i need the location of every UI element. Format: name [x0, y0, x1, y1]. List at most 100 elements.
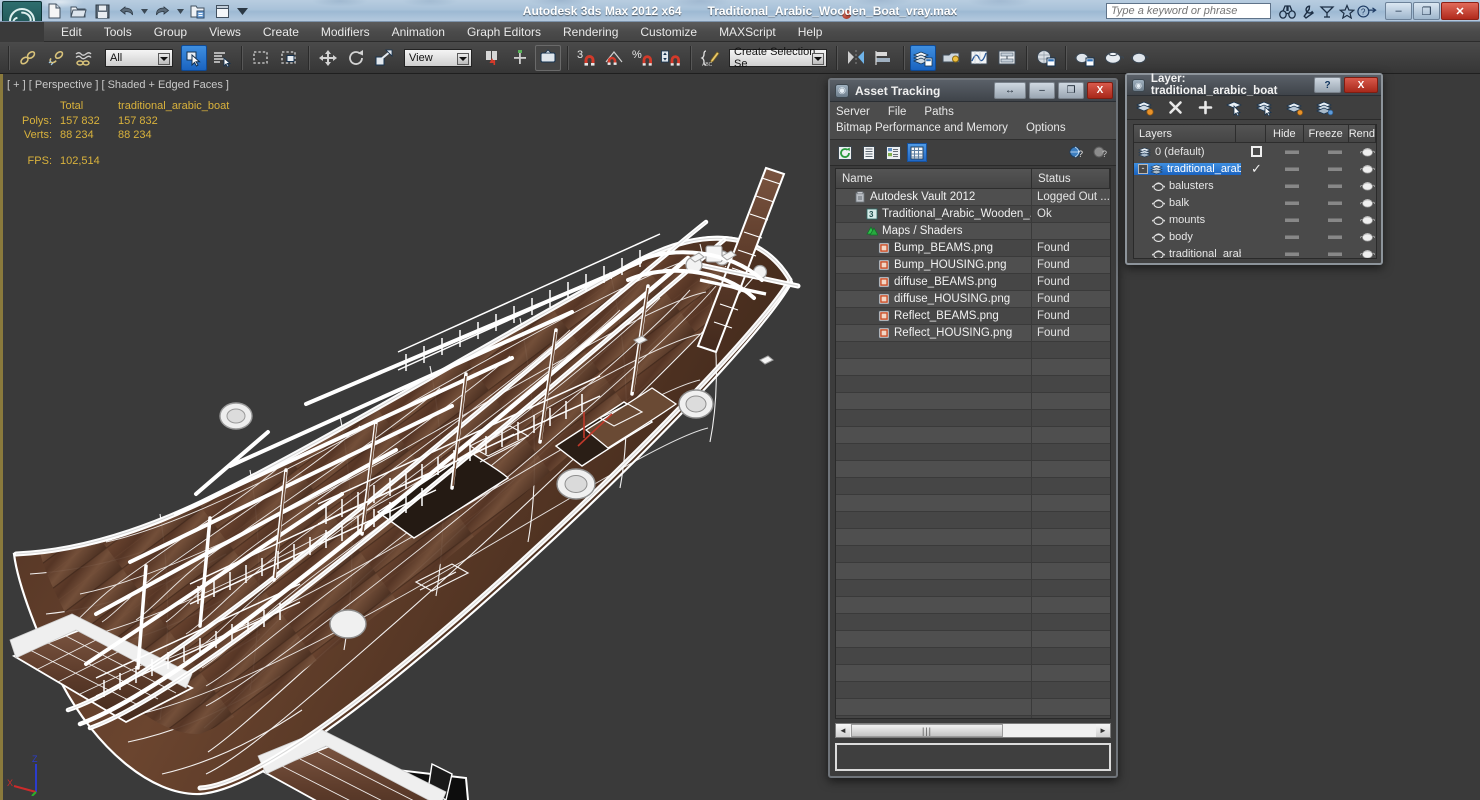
asset-resize-button[interactable]: ↔: [994, 82, 1026, 99]
layer-row[interactable]: - traditional_arabic_b ✓: [1134, 160, 1376, 177]
reference-coordinate-system-combo[interactable]: View: [404, 48, 472, 67]
asset-row-empty[interactable]: [836, 546, 1110, 563]
chevron-down-icon[interactable]: [812, 52, 824, 65]
layer-freeze-cell[interactable]: [1312, 183, 1359, 188]
undo-button[interactable]: [116, 2, 137, 21]
bind-to-space-warp-button[interactable]: [71, 45, 97, 71]
named-selection-sets-combo[interactable]: Create Selection Se: [729, 46, 827, 70]
unlink-selection-button[interactable]: [43, 45, 69, 71]
asset-row-name-cell[interactable]: 3 Traditional_Arabic_Wooden_...: [836, 206, 1032, 222]
qat-more-button[interactable]: [236, 2, 249, 21]
layer-render-cell[interactable]: [1359, 248, 1376, 258]
new-file-button[interactable]: [44, 2, 65, 21]
asset-row-empty[interactable]: [836, 342, 1110, 359]
render-setup-button[interactable]: [1072, 45, 1098, 71]
close-button[interactable]: ✕: [1441, 2, 1479, 20]
layer-render-cell[interactable]: [1359, 197, 1376, 208]
create-new-layer-button[interactable]: [1135, 98, 1155, 118]
layer-manager-button[interactable]: [910, 44, 936, 71]
material-editor-button[interactable]: [1033, 45, 1059, 71]
checkmark-icon[interactable]: ✓: [1251, 162, 1262, 175]
asset-menu-options[interactable]: Options: [1026, 122, 1066, 134]
layer-freeze-cell[interactable]: [1312, 149, 1359, 154]
search-input[interactable]: [1106, 3, 1271, 19]
asset-row-empty[interactable]: [836, 427, 1110, 444]
asset-row-empty[interactable]: [836, 529, 1110, 546]
asset-row[interactable]: Reflect_HOUSING.png Found: [836, 325, 1110, 342]
layer-row-name-cell[interactable]: mounts: [1134, 214, 1241, 226]
asset-row-name-cell[interactable]: Reflect_BEAMS.png: [836, 308, 1032, 324]
layer-column-hide[interactable]: Hide: [1266, 125, 1304, 142]
asset-row-name-cell[interactable]: Reflect_HOUSING.png: [836, 325, 1032, 341]
scroll-left-arrow-icon[interactable]: ◄: [836, 724, 850, 737]
viewport-label[interactable]: [ + ] [ Perspective ] [ Shaded + Edged F…: [7, 79, 229, 91]
menu-item-modifiers[interactable]: Modifiers: [310, 22, 381, 42]
select-and-link-button[interactable]: [15, 45, 41, 71]
workspace-button[interactable]: [212, 2, 233, 21]
layer-row-name-cell[interactable]: body: [1134, 231, 1241, 243]
layer-window-title-bar[interactable]: ◉ Layer: traditional_arabic_boat ? X: [1127, 73, 1381, 97]
asset-row-empty[interactable]: [836, 699, 1110, 716]
chevron-down-icon[interactable]: [158, 52, 170, 65]
menu-item-customize[interactable]: Customize: [629, 22, 708, 42]
asset-row-empty[interactable]: [836, 597, 1110, 614]
asset-row-empty[interactable]: [836, 682, 1110, 699]
refresh-button[interactable]: [835, 143, 855, 162]
layer-row[interactable]: mounts: [1134, 211, 1376, 228]
layer-current-cell[interactable]: [1241, 146, 1273, 157]
layer-row[interactable]: balk: [1134, 194, 1376, 211]
menu-item-maxscript[interactable]: MAXScript: [708, 22, 787, 42]
layer-freeze-cell[interactable]: [1312, 217, 1359, 222]
percent-snap-toggle-button[interactable]: %: [630, 45, 656, 71]
layer-column-freeze[interactable]: Freeze: [1304, 125, 1349, 142]
asset-row[interactable]: Bump_BEAMS.png Found: [836, 240, 1110, 257]
layer-hide-cell[interactable]: [1272, 234, 1311, 239]
set-current-layer-button[interactable]: [1255, 98, 1275, 118]
star-icon[interactable]: [1337, 1, 1357, 21]
asset-row[interactable]: diffuse_HOUSING.png Found: [836, 291, 1110, 308]
menu-item-create[interactable]: Create: [252, 22, 310, 42]
checkbox-empty-icon[interactable]: [1250, 146, 1262, 157]
spinner-snap-toggle-button[interactable]: [658, 45, 684, 71]
use-center-flyout-button[interactable]: [479, 45, 505, 71]
asset-row-empty[interactable]: [836, 631, 1110, 648]
asset-row[interactable]: diffuse_BEAMS.png Found: [836, 274, 1110, 291]
asset-row-empty[interactable]: [836, 461, 1110, 478]
delete-x-icon[interactable]: [1165, 98, 1185, 118]
layer-column-current[interactable]: [1236, 125, 1267, 142]
select-highlighted-objects-button[interactable]: [1285, 98, 1305, 118]
asset-row-empty[interactable]: [836, 478, 1110, 495]
layer-grid[interactable]: Layers Hide Freeze Rend 0 (default) - trad…: [1133, 124, 1377, 259]
layer-row-name-cell[interactable]: - traditional_arabic_b: [1134, 162, 1241, 175]
3dsmax-logo-icon[interactable]: [2, 1, 42, 21]
asset-row[interactable]: Maps / Shaders: [836, 223, 1110, 240]
asset-close-button[interactable]: X: [1087, 82, 1113, 99]
expander-collapse-icon[interactable]: -: [1138, 163, 1148, 174]
asset-column-name[interactable]: Name: [836, 169, 1032, 188]
rectangular-selection-region-button[interactable]: [248, 45, 274, 71]
curve-editor-button[interactable]: [966, 45, 992, 71]
asset-menu-server[interactable]: Server: [836, 106, 870, 118]
asset-row-empty[interactable]: [836, 665, 1110, 682]
layer-render-cell[interactable]: [1359, 231, 1376, 242]
render-production-button[interactable]: [1128, 45, 1154, 71]
asset-row-name-cell[interactable]: Bump_BEAMS.png: [836, 240, 1032, 256]
layer-help-button[interactable]: ?: [1314, 77, 1341, 93]
layer-render-cell[interactable]: [1359, 180, 1376, 191]
redo-button[interactable]: [152, 2, 173, 21]
layer-row[interactable]: body: [1134, 228, 1376, 245]
layer-row-name-cell[interactable]: balusters: [1134, 180, 1241, 192]
asset-row-name-cell[interactable]: Maps / Shaders: [836, 223, 1032, 239]
graphite-modeling-tools-button[interactable]: [938, 45, 964, 71]
layer-hide-cell[interactable]: [1272, 166, 1311, 171]
layer-hide-cell[interactable]: [1272, 149, 1311, 154]
help-arrow-icon[interactable]: ?: [1357, 1, 1377, 21]
asset-row-empty[interactable]: [836, 410, 1110, 427]
wrench-icon[interactable]: [1297, 1, 1317, 21]
menu-item-group[interactable]: Group: [143, 22, 198, 42]
menu-item-graph-editors[interactable]: Graph Editors: [456, 22, 552, 42]
rendered-frame-window-button[interactable]: [1100, 45, 1126, 71]
undo-dropdown-button[interactable]: [140, 2, 149, 21]
asset-row-name-cell[interactable]: diffuse_HOUSING.png: [836, 291, 1032, 307]
satellite-dish-icon[interactable]: [1317, 1, 1337, 21]
